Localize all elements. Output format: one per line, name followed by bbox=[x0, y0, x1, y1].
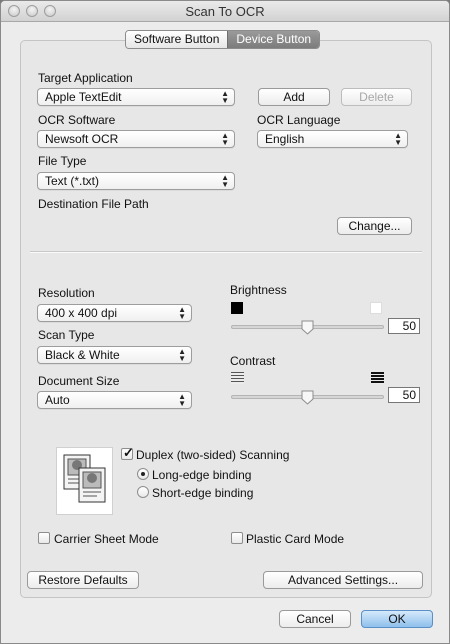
contrast-slider-knob[interactable] bbox=[301, 390, 314, 405]
target-application-value: Apple TextEdit bbox=[45, 90, 122, 104]
target-application-select[interactable]: Apple TextEdit ▲ ▼ bbox=[37, 88, 235, 106]
file-type-label: File Type bbox=[38, 154, 87, 168]
ocr-language-label: OCR Language bbox=[257, 113, 341, 127]
brightness-value-field[interactable]: 50 bbox=[388, 318, 420, 334]
duplex-pages-icon bbox=[63, 454, 106, 503]
carrier-sheet-checkbox[interactable] bbox=[38, 532, 50, 544]
delete-button[interactable]: Delete bbox=[341, 88, 412, 106]
ocr-software-value: Newsoft OCR bbox=[45, 132, 119, 146]
carrier-sheet-label: Carrier Sheet Mode bbox=[54, 532, 159, 546]
resolution-value: 400 x 400 dpi bbox=[45, 306, 118, 320]
brightness-label: Brightness bbox=[230, 283, 287, 297]
popup-arrows-icon: ▲ ▼ bbox=[394, 131, 402, 147]
add-button[interactable]: Add bbox=[258, 88, 330, 106]
short-edge-binding-label: Short-edge binding bbox=[152, 486, 254, 500]
resolution-label: Resolution bbox=[38, 286, 95, 300]
high-contrast-icon bbox=[371, 372, 384, 384]
plastic-card-checkbox[interactable] bbox=[231, 532, 243, 544]
light-square-icon bbox=[370, 302, 382, 314]
scan-type-label: Scan Type bbox=[38, 328, 95, 342]
file-type-value: Text (*.txt) bbox=[45, 174, 100, 188]
restore-defaults-button[interactable]: Restore Defaults bbox=[27, 571, 139, 589]
target-application-label: Target Application bbox=[38, 71, 133, 85]
change-button[interactable]: Change... bbox=[337, 217, 412, 235]
duplex-label: Duplex (two-sided) Scanning bbox=[136, 448, 290, 462]
cancel-button[interactable]: Cancel bbox=[279, 610, 351, 628]
destination-file-path-label: Destination File Path bbox=[38, 197, 149, 211]
popup-arrows-icon: ▲ ▼ bbox=[221, 173, 229, 189]
long-edge-binding-radio[interactable] bbox=[137, 468, 149, 480]
long-edge-binding-label: Long-edge binding bbox=[152, 468, 252, 482]
popup-arrows-icon: ▲ ▼ bbox=[221, 89, 229, 105]
ocr-language-value: English bbox=[265, 132, 305, 146]
scan-type-select[interactable]: Black & White ▲ ▼ bbox=[37, 346, 192, 364]
advanced-settings-button[interactable]: Advanced Settings... bbox=[263, 571, 423, 589]
contrast-label: Contrast bbox=[230, 354, 276, 368]
contrast-slider[interactable] bbox=[231, 389, 384, 407]
popup-arrows-icon: ▲ ▼ bbox=[178, 347, 186, 363]
popup-arrows-icon: ▲ ▼ bbox=[178, 392, 186, 408]
short-edge-binding-radio[interactable] bbox=[137, 486, 149, 498]
scan-to-ocr-window: Scan To OCR Software Button Device Butto… bbox=[0, 0, 450, 644]
dark-square-icon bbox=[231, 302, 243, 314]
title-bar[interactable]: Scan To OCR bbox=[1, 1, 449, 22]
duplex-checkbox[interactable]: ✓ bbox=[121, 445, 134, 460]
document-size-label: Document Size bbox=[38, 374, 120, 388]
section-divider bbox=[30, 251, 422, 253]
window-title: Scan To OCR bbox=[185, 4, 265, 19]
resolution-select[interactable]: 400 x 400 dpi ▲ ▼ bbox=[37, 304, 192, 322]
document-size-value: Auto bbox=[45, 393, 70, 407]
scan-type-value: Black & White bbox=[45, 348, 120, 362]
brightness-slider-knob[interactable] bbox=[301, 320, 314, 335]
low-contrast-icon bbox=[231, 372, 244, 384]
popup-arrows-icon: ▲ ▼ bbox=[178, 305, 186, 321]
ocr-software-label: OCR Software bbox=[38, 113, 116, 127]
brightness-slider[interactable] bbox=[231, 319, 384, 337]
checkmark-icon: ✓ bbox=[123, 445, 134, 460]
plastic-card-label: Plastic Card Mode bbox=[246, 532, 345, 546]
popup-arrows-icon: ▲ ▼ bbox=[221, 131, 229, 147]
ocr-language-select[interactable]: English ▲ ▼ bbox=[257, 130, 408, 148]
duplex-illustration bbox=[56, 447, 113, 515]
contrast-value-field[interactable]: 50 bbox=[388, 387, 420, 403]
ok-button[interactable]: OK bbox=[361, 610, 433, 628]
file-type-select[interactable]: Text (*.txt) ▲ ▼ bbox=[37, 172, 235, 190]
tab-device-button[interactable]: Device Button bbox=[227, 31, 320, 48]
ocr-software-select[interactable]: Newsoft OCR ▲ ▼ bbox=[37, 130, 235, 148]
tab-software-button[interactable]: Software Button bbox=[126, 31, 228, 48]
document-size-select[interactable]: Auto ▲ ▼ bbox=[37, 391, 192, 409]
tab-bar: Software Button Device Button bbox=[125, 30, 321, 49]
